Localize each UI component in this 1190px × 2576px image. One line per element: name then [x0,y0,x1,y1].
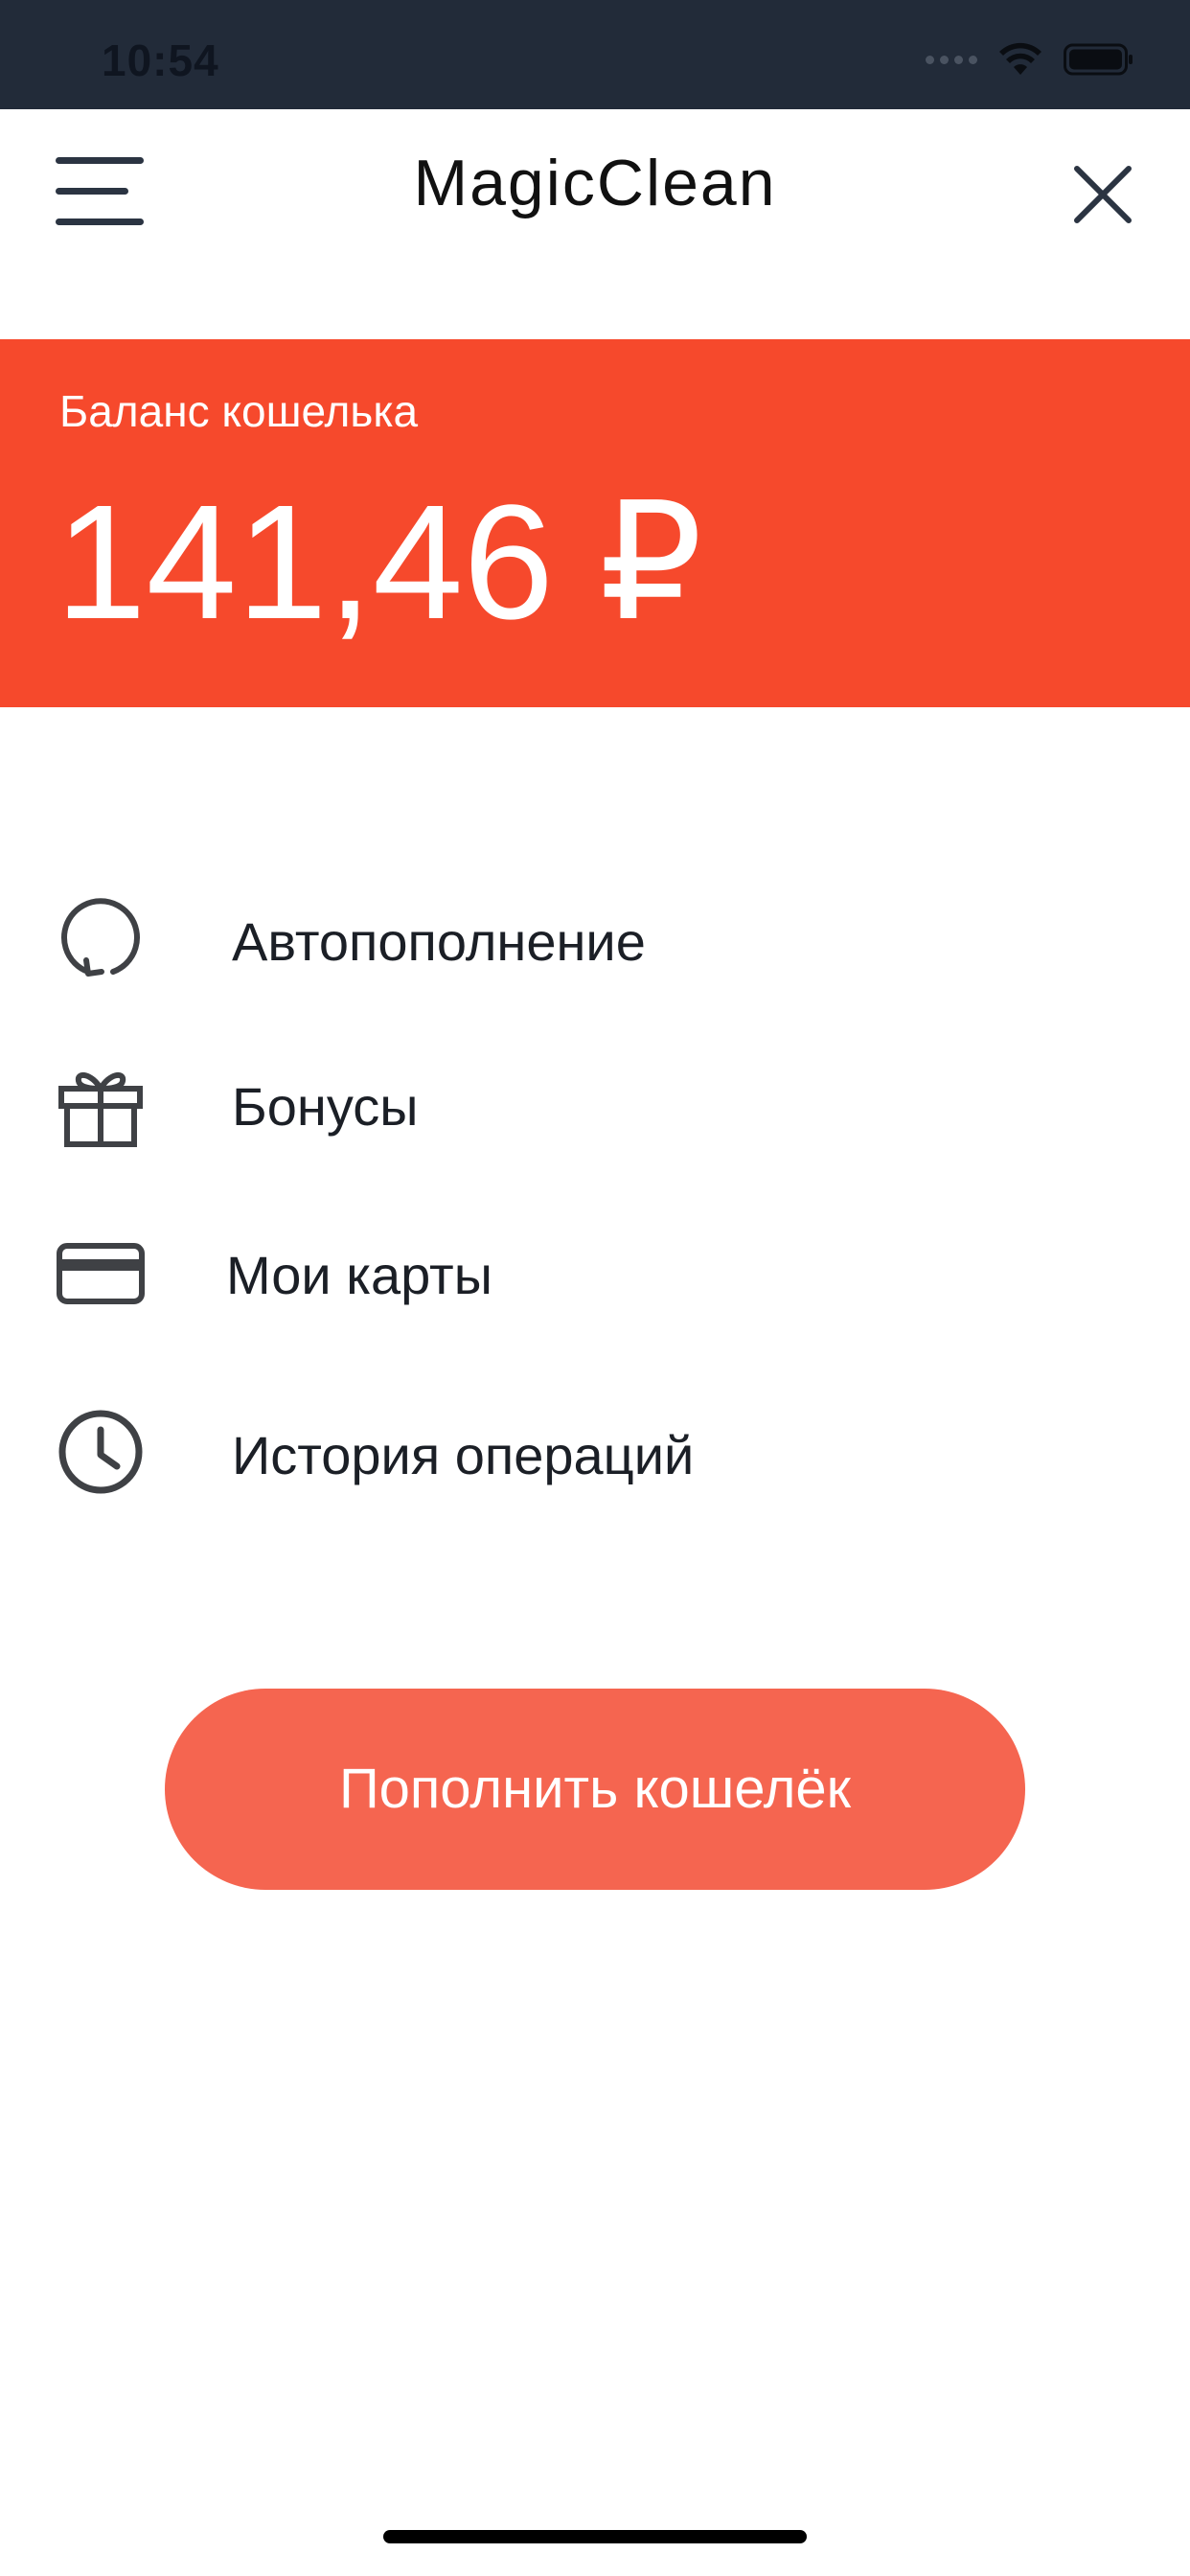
app-logo: MagicClean [413,147,777,219]
status-time: 10:54 [102,35,219,85]
menu-item-autopay[interactable]: Автопополнение [0,862,1190,1006]
menu-item-label: Автопополнение [232,911,646,972]
menu-item-my-cards[interactable]: Мои карты [0,1196,1190,1340]
menu-item-label: Бонусы [232,1076,419,1137]
wallet-balance-card: Баланс кошелька 141,46 ₽ [0,339,1190,707]
refresh-icon [61,898,140,977]
menu-item-label: История операций [232,1425,695,1485]
app-header: MagicClean [0,109,1190,339]
status-bar: 10:54 [0,0,1190,109]
wifi-icon [999,42,1041,75]
menu-item-label: Мои карты [226,1245,492,1305]
home-indicator[interactable] [383,2530,807,2543]
menu-item-history[interactable]: История операций [0,1376,1190,1520]
balance-amount: 141,46 ₽ [56,472,703,654]
gift-icon [58,1071,143,1147]
balance-label: Баланс кошелька [59,386,419,436]
battery-icon [1064,43,1133,76]
topup-wallet-button[interactable]: Пополнить кошелёк [165,1689,1025,1890]
status-icons [926,40,1134,79]
menu-item-bonuses[interactable]: Бонусы [0,1027,1190,1171]
cellular-signal-icon [926,55,977,64]
close-icon[interactable] [1071,163,1134,226]
credit-card-icon [57,1243,145,1304]
clock-icon [58,1410,143,1494]
